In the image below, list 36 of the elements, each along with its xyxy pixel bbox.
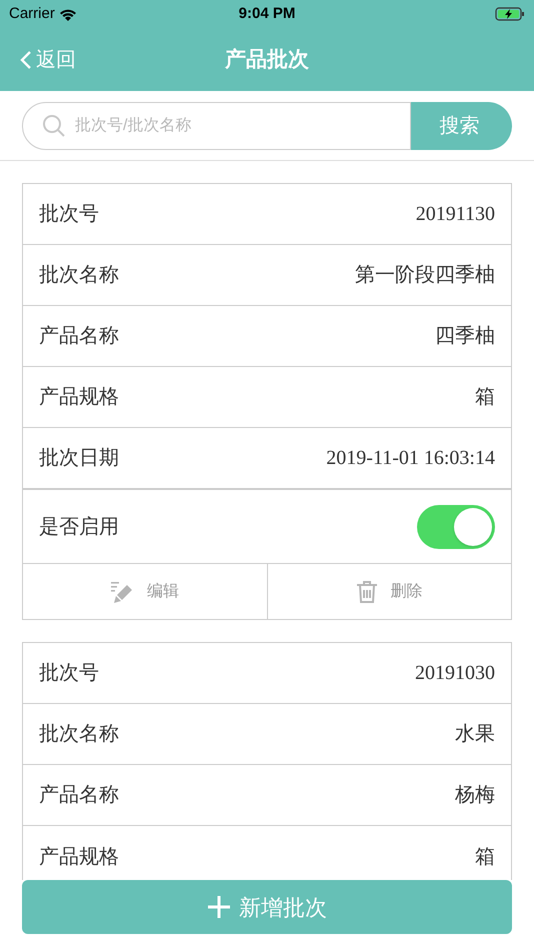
carrier-label: Carrier: [9, 4, 55, 24]
wifi-icon: [58, 8, 77, 20]
field-value: 水果: [455, 722, 495, 747]
field-label: 批次名称: [39, 722, 119, 747]
trash-icon: [356, 580, 378, 604]
plus-icon: [207, 895, 231, 919]
page-title: 产品批次: [225, 46, 309, 73]
field-label: 产品名称: [39, 783, 119, 808]
search-icon: [42, 114, 66, 138]
field-value: 箱: [475, 844, 495, 870]
field-value: 2019-11-01 16:03:14: [326, 446, 495, 471]
field-label: 是否启用: [39, 514, 119, 540]
search-field[interactable]: 批次号/批次名称: [22, 102, 411, 150]
field-value: 杨梅: [455, 783, 495, 808]
field-label: 产品规格: [39, 385, 119, 410]
pencil-icon: [110, 580, 135, 602]
enabled-toggle[interactable]: [417, 504, 495, 548]
field-label: 产品规格: [39, 844, 119, 870]
field-label: 批次日期: [39, 446, 119, 471]
search-button[interactable]: 搜索: [411, 102, 512, 150]
delete-button[interactable]: 删除: [266, 564, 511, 619]
battery-icon: [495, 7, 525, 21]
field-label: 批次名称: [39, 263, 119, 288]
field-value: 20191130: [416, 202, 495, 227]
add-batch-button[interactable]: 新增批次: [22, 880, 512, 934]
field-label: 批次号: [39, 202, 99, 227]
field-value: 第一阶段四季柚: [355, 263, 495, 288]
chevron-left-icon: [20, 50, 32, 70]
field-value: 箱: [475, 385, 495, 410]
field-value: 四季柚: [435, 324, 495, 349]
edit-button[interactable]: 编辑: [23, 564, 266, 619]
status-time: 9:04 PM: [238, 4, 296, 24]
back-button[interactable]: 返回: [20, 44, 76, 74]
field-label: 产品名称: [39, 324, 119, 349]
field-label: 批次号: [39, 661, 99, 686]
field-value: 20191030: [415, 661, 495, 686]
